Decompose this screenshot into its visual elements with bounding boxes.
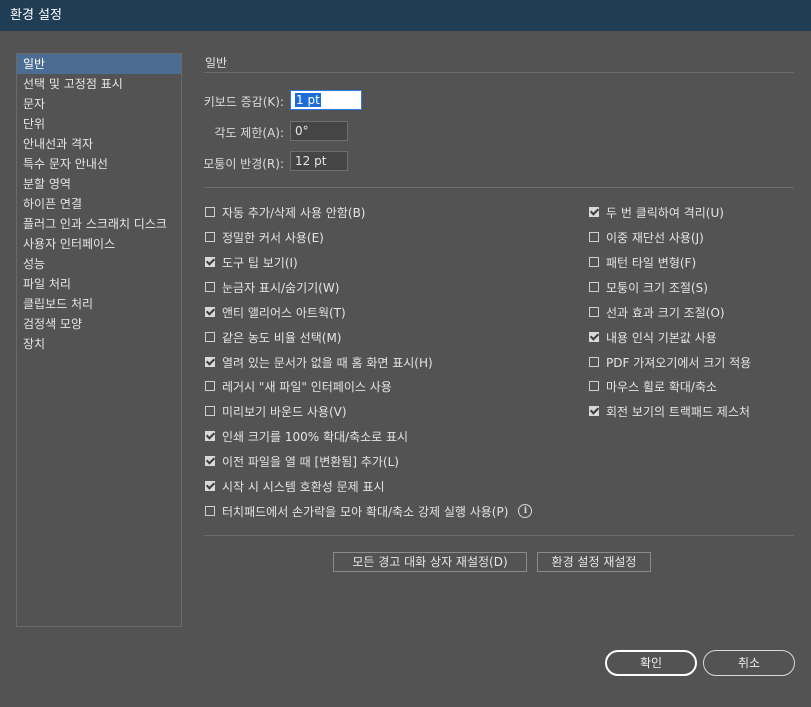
cancel-button[interactable]: 취소 xyxy=(703,650,795,676)
checkbox-preview-bounds[interactable]: 미리보기 바운드 사용(V) xyxy=(205,402,347,420)
checkbox-transform-pattern-tiles[interactable]: 패턴 타일 변형(F) xyxy=(589,253,696,271)
checkbox-label: 패턴 타일 변형(F) xyxy=(606,255,697,270)
sidebar-item-clipboard-handling[interactable]: 클립보드 처리 xyxy=(17,294,181,314)
fields-divider xyxy=(204,187,794,188)
window-title: 환경 설정 xyxy=(10,8,62,23)
checkbox-label: PDF 가져오기에서 크기 적용 xyxy=(606,355,752,370)
checkbox-label: 앤티 앨리어스 아트웍(T) xyxy=(222,305,346,320)
checkbox-double-click-isolate[interactable]: 두 번 클릭하여 격리(U) xyxy=(589,203,724,221)
checkbox-box[interactable] xyxy=(205,506,215,516)
checkbox-select-same-tint[interactable]: 같은 농도 비율 선택(M) xyxy=(205,328,341,346)
checkbox-box[interactable] xyxy=(205,232,215,242)
constrain-angle-label: 각도 제한(A): xyxy=(214,126,284,140)
checkbox-label: 마우스 휠로 확대/축소 xyxy=(606,379,718,394)
checkbox-box[interactable] xyxy=(589,282,599,292)
checkbox-label: 같은 농도 비율 선택(M) xyxy=(222,330,342,345)
sidebar-item-devices[interactable]: 장치 xyxy=(17,334,181,354)
corner-radius-label: 모퉁이 반경(R): xyxy=(203,157,284,171)
checkbox-box[interactable] xyxy=(589,232,599,242)
checkbox-show-tool-tips[interactable]: 도구 팁 보기(I) xyxy=(205,253,298,271)
checkbox-box[interactable] xyxy=(589,357,599,367)
checkbox-box[interactable] xyxy=(205,257,215,267)
checkbox-append-converted[interactable]: 이전 파일을 열 때 [변환됨] 추가(L) xyxy=(205,452,399,470)
checkbox-show-hide-rulers[interactable]: 눈금자 표시/숨기기(W) xyxy=(205,278,339,296)
checkbox-scale-corners[interactable]: 모퉁이 크기 조절(S) xyxy=(589,278,708,296)
checkbox-label: 이중 재단선 사용(J) xyxy=(606,230,704,245)
checkbox-box[interactable] xyxy=(205,357,215,367)
checkbox-box[interactable] xyxy=(589,207,599,217)
checkbox-box[interactable] xyxy=(589,332,599,342)
keyboard-increment-label: 키보드 증감(K): xyxy=(203,95,284,109)
checkbox-box[interactable] xyxy=(589,406,599,416)
checkbox-box[interactable] xyxy=(589,307,599,317)
checkbox-box[interactable] xyxy=(205,456,215,466)
window-title-bar: 환경 설정 xyxy=(0,0,811,31)
reset-warning-dialogs-button[interactable]: 모든 경고 대화 상자 재설정(D) xyxy=(333,552,527,572)
ok-button[interactable]: 확인 xyxy=(605,650,697,676)
checkbox-label: 열려 있는 문서가 없을 때 홈 화면 표시(H) xyxy=(222,355,433,370)
checkbox-label: 인쇄 크기를 100% 확대/축소로 표시 xyxy=(222,429,409,444)
checkbox-system-compatibility[interactable]: 시작 시 시스템 호환성 문제 표시 xyxy=(205,477,385,495)
checkbox-label: 미리보기 바운드 사용(V) xyxy=(222,404,347,419)
checkbox-box[interactable] xyxy=(205,207,215,217)
checkbox-label: 정밀한 커서 사용(E) xyxy=(222,230,324,245)
sidebar-item-hyphenation[interactable]: 하이픈 연결 xyxy=(17,194,181,214)
checkbox-print-size-100[interactable]: 인쇄 크기를 100% 확대/축소로 표시 xyxy=(205,427,408,445)
checkbox-label: 회전 보기의 트랙패드 제스처 xyxy=(606,404,750,419)
sidebar-item-plugins-scratch-disks[interactable]: 플러그 인과 스크래치 디스크 xyxy=(17,214,181,234)
sidebar-item-black-appearance[interactable]: 검정색 모양 xyxy=(17,314,181,334)
checkbox-box[interactable] xyxy=(205,307,215,317)
checkbox-show-home-screen[interactable]: 열려 있는 문서가 없을 때 홈 화면 표시(H) xyxy=(205,353,433,371)
checkbox-divider xyxy=(204,535,794,536)
checkbox-box[interactable] xyxy=(589,257,599,267)
checkbox-label: 터치패드에서 손가락을 모아 확대/축소 강제 실행 사용(P) xyxy=(222,504,509,519)
checkbox-label: 눈금자 표시/숨기기(W) xyxy=(222,280,340,295)
checkbox-japanese-crop-marks[interactable]: 이중 재단선 사용(J) xyxy=(589,228,704,246)
checkbox-zoom-with-scroll-wheel[interactable]: 마우스 휠로 확대/축소 xyxy=(589,377,717,395)
checkbox-force-pinch-zoom[interactable]: 터치패드에서 손가락을 모아 확대/축소 강제 실행 사용(P) i xyxy=(205,502,533,520)
checkbox-label: 두 번 클릭하여 격리(U) xyxy=(606,205,724,220)
checkbox-label: 레거시 "새 파일" 인터페이스 사용 xyxy=(222,379,392,394)
checkbox-label: 내용 인식 기본값 사용 xyxy=(606,330,717,345)
sidebar-item-selection-anchor-display[interactable]: 선택 및 고정점 표시 xyxy=(17,74,181,94)
checkbox-precise-cursors[interactable]: 정밀한 커서 사용(E) xyxy=(205,228,324,246)
corner-radius-input[interactable]: 12 pt xyxy=(290,151,348,171)
checkbox-label: 이전 파일을 열 때 [변환됨] 추가(L) xyxy=(222,454,399,469)
checkbox-box[interactable] xyxy=(205,481,215,491)
sidebar-item-file-handling[interactable]: 파일 처리 xyxy=(17,274,181,294)
checkbox-box[interactable] xyxy=(205,406,215,416)
section-title: 일반 xyxy=(205,56,228,70)
checkbox-content-aware-defaults[interactable]: 내용 인식 기본값 사용 xyxy=(589,328,717,346)
checkbox-scale-strokes-effects[interactable]: 선과 효과 크기 조절(O) xyxy=(589,303,725,321)
checkbox-box[interactable] xyxy=(205,431,215,441)
keyboard-increment-input[interactable]: 1 pt xyxy=(290,90,362,110)
sidebar-item-user-interface[interactable]: 사용자 인터페이스 xyxy=(17,234,181,254)
sidebar-item-general[interactable]: 일반 xyxy=(17,54,181,74)
checkbox-box[interactable] xyxy=(205,282,215,292)
checkbox-anti-aliased-artwork[interactable]: 앤티 앨리어스 아트웍(T) xyxy=(205,303,346,321)
checkbox-legacy-new-file[interactable]: 레거시 "새 파일" 인터페이스 사용 xyxy=(205,377,392,395)
checkbox-label: 도구 팁 보기(I) xyxy=(222,255,298,270)
constrain-angle-input[interactable]: 0° xyxy=(290,121,348,141)
reset-preferences-button[interactable]: 환경 설정 재설정 xyxy=(537,552,651,572)
section-divider xyxy=(204,72,794,73)
checkbox-honor-scale-pdf[interactable]: PDF 가져오기에서 크기 적용 xyxy=(589,353,751,371)
checkbox-label: 선과 효과 크기 조절(O) xyxy=(606,305,725,320)
checkbox-box[interactable] xyxy=(205,381,215,391)
info-icon[interactable]: i xyxy=(518,504,533,518)
checkbox-label: 시작 시 시스템 호환성 문제 표시 xyxy=(222,479,385,494)
checkbox-box[interactable] xyxy=(205,332,215,342)
sidebar-item-slices[interactable]: 분할 영역 xyxy=(17,174,181,194)
checkbox-disable-auto-add-delete[interactable]: 자동 추가/삭제 사용 안함(B) xyxy=(205,203,365,221)
checkbox-label: 모퉁이 크기 조절(S) xyxy=(606,280,708,295)
checkbox-rotate-view-trackpad[interactable]: 회전 보기의 트랙패드 제스처 xyxy=(589,402,750,420)
checkbox-label: 자동 추가/삭제 사용 안함(B) xyxy=(222,205,366,220)
checkbox-box[interactable] xyxy=(589,381,599,391)
sidebar-item-performance[interactable]: 성능 xyxy=(17,254,181,274)
